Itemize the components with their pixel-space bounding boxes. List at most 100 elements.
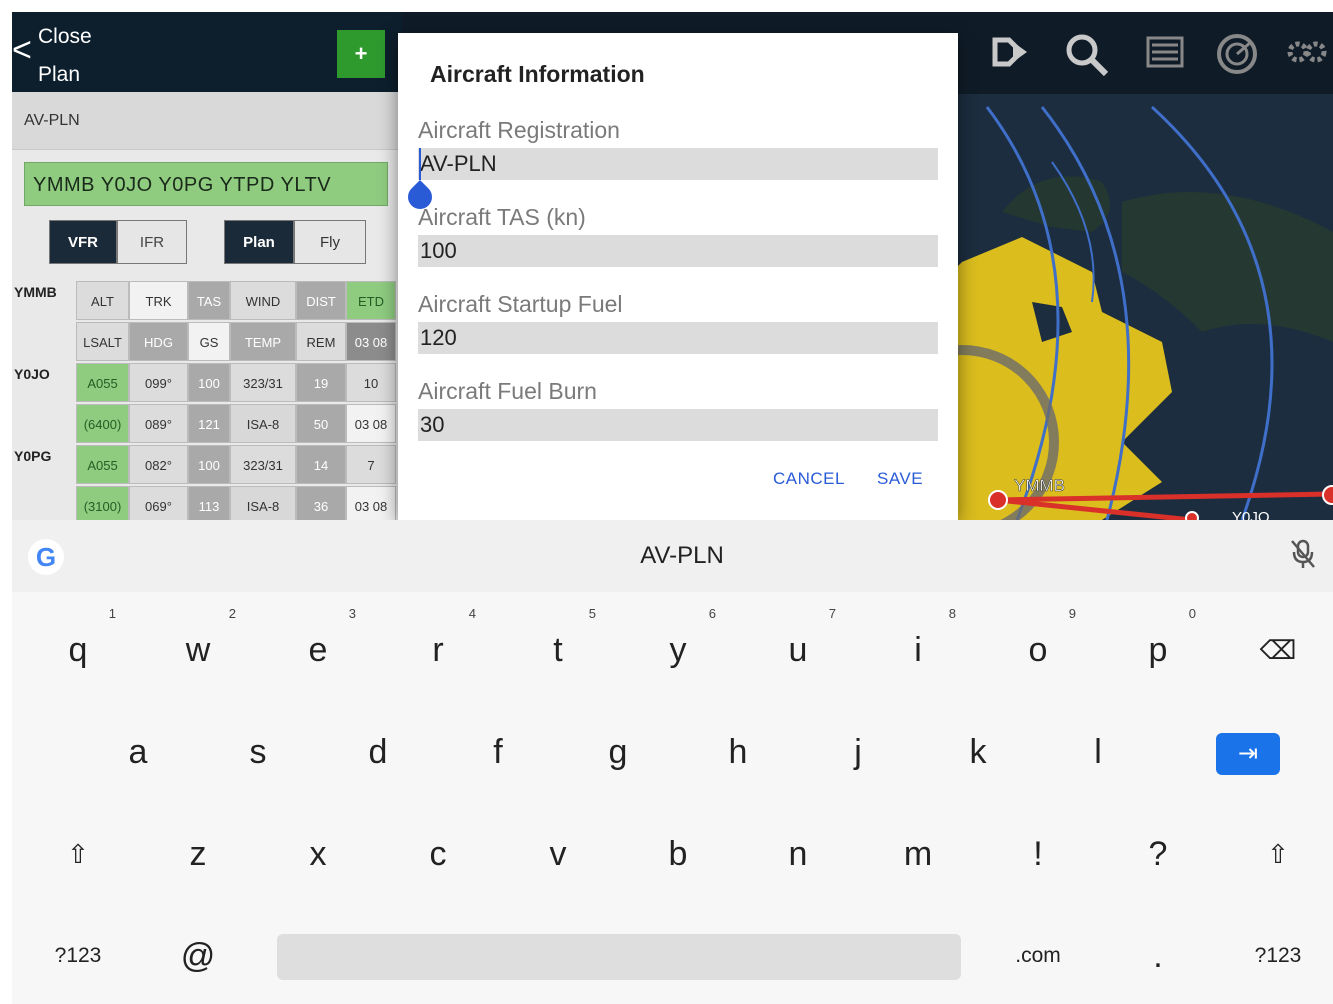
dotcom-key[interactable]: .com [978, 906, 1098, 1004]
key-label: o [1028, 631, 1048, 669]
shift-right-icon[interactable]: ⇧ [1218, 804, 1333, 904]
key-label: ⌫ [1259, 635, 1297, 665]
key-label: a [128, 733, 148, 771]
aircraft-info-dialog: Aircraft Information Aircraft Registrati… [398, 33, 958, 520]
key-s[interactable]: s [198, 702, 318, 802]
key-m[interactable]: m [858, 804, 978, 904]
tas-label: Aircraft TAS (kn) [418, 204, 586, 230]
key-label: ! [1033, 835, 1043, 873]
key-l[interactable]: l [1038, 702, 1158, 802]
key-hint: 1 [108, 606, 116, 621]
key-at[interactable]: @ [138, 906, 258, 1004]
key-label: q [68, 631, 88, 669]
registration-label: Aircraft Registration [418, 117, 620, 143]
key-label: h [728, 733, 748, 771]
key-hint: 3 [348, 606, 356, 621]
key-i[interactable]: i8 [858, 600, 978, 700]
key-label: t [553, 631, 563, 669]
key-label: f [493, 733, 503, 771]
key-hint: 4 [468, 606, 476, 621]
key-v[interactable]: v [498, 804, 618, 904]
fuel-burn-label: Aircraft Fuel Burn [418, 378, 597, 404]
key-o[interactable]: o9 [978, 600, 1098, 700]
key-d[interactable]: d [318, 702, 438, 802]
key-w[interactable]: w2 [138, 600, 258, 700]
key-label: x [309, 835, 327, 873]
soft-keyboard: G AV-PLN q 1 w 2 e 3 r 4 t 5 y 6 u 7 i 8 o 9 p 0 ⌫ a s d f g h j k l ⇧… [12, 520, 1333, 1004]
key-a[interactable]: a [78, 702, 198, 802]
key-label: c [429, 835, 447, 873]
key-?[interactable]: ? [1098, 804, 1218, 904]
key-label: g [608, 733, 628, 771]
key-label: @ [180, 937, 216, 975]
key-label: k [969, 733, 987, 771]
key-b[interactable]: b [618, 804, 738, 904]
startup-fuel-label: Aircraft Startup Fuel [418, 291, 623, 317]
key-label: r [432, 631, 444, 669]
key-label: . [1153, 937, 1163, 975]
save-button[interactable]: SAVE [877, 469, 923, 489]
key-c[interactable]: c [378, 804, 498, 904]
key-x[interactable]: x [258, 804, 378, 904]
key-label: b [668, 835, 688, 873]
key-label: ? [1148, 835, 1168, 873]
backspace-key[interactable]: ⌫ [1218, 600, 1333, 700]
key-r[interactable]: r4 [378, 600, 498, 700]
key-z[interactable]: z [138, 804, 258, 904]
key-label: m [903, 835, 933, 873]
key-label: ⇧ [1267, 839, 1289, 869]
key-t[interactable]: t5 [498, 600, 618, 700]
key-n[interactable]: n [738, 804, 858, 904]
key-p[interactable]: p0 [1098, 600, 1218, 700]
key-f[interactable]: f [438, 702, 558, 802]
startup-fuel-input[interactable] [418, 322, 938, 354]
shift-left-icon[interactable]: ⇧ [18, 804, 138, 904]
key-label: n [788, 835, 808, 873]
key-hint: 9 [1068, 606, 1076, 621]
key-k[interactable]: k [918, 702, 1038, 802]
symbols-key-left[interactable]: ?123 [18, 906, 138, 1004]
fuel-burn-input[interactable] [418, 409, 938, 441]
tab-next-key[interactable]: ⇥ [1216, 733, 1280, 775]
key-hint: 5 [588, 606, 596, 621]
key-hint: 2 [228, 606, 236, 621]
key-y[interactable]: y6 [618, 600, 738, 700]
key-period[interactable]: . [1098, 906, 1218, 1004]
google-icon[interactable]: G [28, 539, 64, 575]
key-label: y [669, 631, 687, 669]
symbols-key-right[interactable]: ?123 [1218, 906, 1333, 1004]
registration-input[interactable] [418, 148, 938, 180]
key-h[interactable]: h [678, 702, 798, 802]
key-label: u [788, 631, 808, 669]
key-label: l [1094, 733, 1102, 771]
key-q[interactable]: q1 [18, 600, 138, 700]
key-u[interactable]: u7 [738, 600, 858, 700]
key-label: ⇧ [67, 839, 89, 869]
key-hint: 7 [828, 606, 836, 621]
key-label: .com [1015, 944, 1061, 967]
screen: < Close Plan + AV-PLN YMMB Y0JO Y0PG YTP… [0, 0, 1333, 1004]
key-j[interactable]: j [798, 702, 918, 802]
key-e[interactable]: e3 [258, 600, 378, 700]
key-label: ?123 [1254, 944, 1302, 967]
key-label: j [854, 733, 862, 771]
key-label: s [249, 733, 267, 771]
key-label: i [914, 631, 922, 669]
space-bar[interactable] [277, 934, 961, 980]
key-label: ?123 [54, 944, 102, 967]
cancel-button[interactable]: CANCEL [773, 469, 845, 489]
tas-input[interactable] [418, 235, 938, 267]
text-cursor [419, 148, 421, 180]
key-hint: 0 [1188, 606, 1196, 621]
key-label: e [308, 631, 328, 669]
suggestion-bar: G AV-PLN [12, 520, 1333, 592]
key-label: w [185, 631, 211, 669]
mic-off-icon[interactable] [1288, 538, 1318, 574]
key-label: z [189, 835, 207, 873]
key-g[interactable]: g [558, 702, 678, 802]
suggestion-chip[interactable]: AV-PLN [572, 542, 792, 570]
key-![interactable]: ! [978, 804, 1098, 904]
dialog-title: Aircraft Information [430, 61, 645, 87]
key-label: p [1148, 631, 1168, 669]
key-hint: 6 [708, 606, 716, 621]
